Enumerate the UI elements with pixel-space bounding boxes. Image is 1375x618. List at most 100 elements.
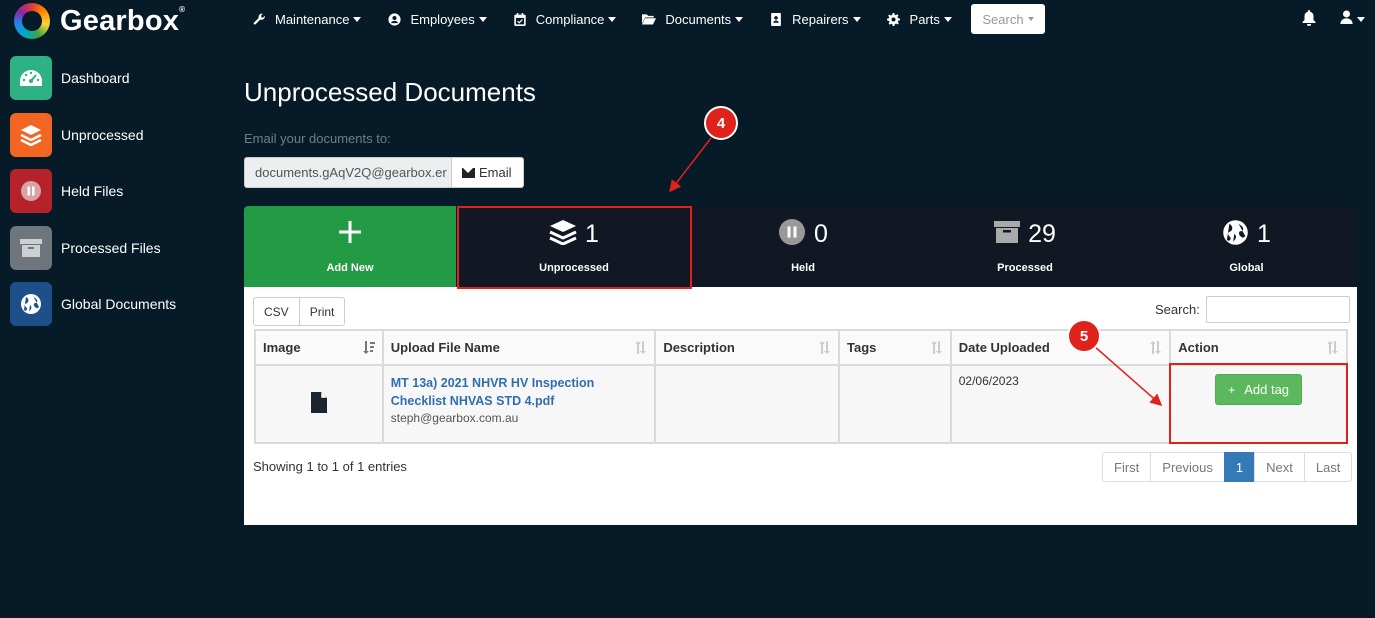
plus-icon — [339, 221, 361, 248]
unprocessed-tile[interactable]: 1 Unprocessed — [456, 206, 692, 287]
top-navbar: Gearbox® Maintenance Employees Complianc… — [0, 0, 1375, 39]
nav-employees[interactable]: Employees — [387, 12, 487, 27]
document-status-tiles: Add New 1 Unprocessed 0 Held 29 Processe… — [244, 206, 1357, 287]
global-tile[interactable]: 1 Global — [1136, 206, 1357, 287]
annotation-badge: 4 — [704, 106, 738, 140]
export-buttons: CSV Print — [253, 297, 346, 326]
column-header-date-uploaded[interactable]: Date Uploaded — [949, 329, 1172, 366]
bell-icon[interactable] — [1302, 10, 1318, 26]
sidebar-item-global-documents[interactable]: Global Documents — [10, 282, 176, 326]
gearbox-logo-icon — [14, 3, 50, 39]
sort-icon — [930, 341, 942, 355]
image-cell — [254, 364, 384, 444]
column-header-image[interactable]: Image — [254, 329, 384, 366]
sidebar-item-dashboard[interactable]: Dashboard — [10, 56, 176, 100]
sidebar-item-held-files[interactable]: Held Files — [10, 169, 176, 213]
file-icon[interactable] — [310, 392, 327, 416]
globe-icon — [10, 282, 52, 326]
gear-icon — [887, 12, 901, 26]
tile-label: Held — [791, 261, 815, 274]
add-tag-button[interactable]: + Add tag — [1215, 374, 1303, 405]
tile-count: 0 — [814, 220, 828, 248]
annotation-badge: 5 — [1067, 319, 1101, 353]
tile-count: 1 — [1257, 220, 1271, 248]
pagination-last[interactable]: Last — [1303, 452, 1353, 482]
sort-desc-icon — [362, 341, 375, 355]
sidebar-item-label: Unprocessed — [61, 126, 144, 143]
user-icon — [1340, 10, 1353, 29]
nav-documents[interactable]: Documents — [642, 12, 744, 27]
table-search: Search: — [1155, 296, 1350, 323]
description-cell — [654, 364, 840, 444]
dashboard-icon — [10, 56, 52, 100]
nav-repairers[interactable]: Repairers — [769, 12, 861, 27]
tile-label: Processed — [997, 261, 1053, 274]
layers-icon — [10, 112, 52, 157]
pagination-previous[interactable]: Previous — [1150, 452, 1225, 482]
email-label: Email your documents to: — [244, 131, 391, 146]
sort-icon — [1326, 341, 1338, 355]
nav-parts[interactable]: Parts — [887, 12, 952, 27]
file-name-link[interactable]: MT 13a) 2021 NHVR HV Inspection Checklis… — [391, 374, 648, 410]
sidebar: Dashboard Unprocessed Held Files Process… — [10, 56, 176, 339]
file-name-cell: MT 13a) 2021 NHVR HV Inspection Checklis… — [381, 364, 657, 444]
registered-mark: ® — [179, 4, 186, 14]
action-cell: + Add tag — [1169, 364, 1348, 444]
layers-icon — [549, 219, 577, 250]
sidebar-item-processed-files[interactable]: Processed Files — [10, 225, 176, 270]
column-header-tags[interactable]: Tags — [837, 329, 952, 366]
page-title: Unprocessed Documents — [244, 77, 536, 107]
tags-cell — [837, 364, 952, 444]
nav-compliance[interactable]: Compliance — [513, 12, 617, 27]
sidebar-item-unprocessed[interactable]: Unprocessed — [10, 112, 176, 157]
archive-icon — [10, 225, 52, 270]
table-row: MT 13a) 2021 NHVR HV Inspection Checklis… — [254, 364, 1348, 444]
column-header-description[interactable]: Description — [654, 329, 840, 366]
chevron-down-icon — [1027, 17, 1034, 21]
wrench-icon — [252, 12, 266, 26]
pagination-first[interactable]: First — [1102, 452, 1152, 482]
uploader-email: steph@gearbox.com.au — [390, 411, 519, 425]
column-header-upload-file-name[interactable]: Upload File Name — [381, 329, 657, 366]
email-address-field[interactable]: documents.gAqV2Q@gearbox.er — [244, 157, 452, 188]
sidebar-item-label: Global Documents — [61, 296, 177, 312]
globe-icon — [1222, 219, 1249, 251]
folder-open-icon — [642, 12, 657, 26]
search-dropdown[interactable]: Search — [971, 4, 1045, 34]
nav-maintenance[interactable]: Maintenance — [252, 12, 362, 27]
sidebar-item-label: Held Files — [61, 183, 124, 199]
brand-name: Gearbox — [60, 4, 180, 37]
email-address-group: documents.gAqV2Q@gearbox.er Email — [244, 157, 524, 188]
processed-tile[interactable]: 29 Processed — [914, 206, 1136, 287]
add-new-tile[interactable]: Add New — [244, 206, 456, 287]
calendar-icon — [513, 12, 527, 26]
pagination-next[interactable]: Next — [1254, 452, 1305, 482]
chevron-down-icon — [478, 16, 487, 22]
documents-table: Image Upload File Name Description Tags … — [254, 329, 1348, 444]
logo[interactable]: Gearbox® — [14, 3, 185, 39]
main-nav: Maintenance Employees Compliance Documen… — [252, 0, 978, 38]
chevron-down-icon — [943, 16, 952, 22]
chevron-down-icon — [353, 16, 362, 22]
sort-icon — [1149, 341, 1162, 355]
sidebar-item-label: Dashboard — [61, 70, 130, 86]
pause-icon — [10, 169, 52, 213]
column-header-action[interactable]: Action — [1169, 329, 1348, 366]
chevron-down-icon — [735, 16, 744, 22]
email-button[interactable]: Email — [452, 157, 524, 188]
print-button[interactable]: Print — [299, 297, 346, 326]
table-search-input[interactable] — [1205, 296, 1350, 323]
tile-label: Unprocessed — [539, 261, 609, 274]
sort-icon — [818, 341, 830, 355]
pagination-page-current[interactable]: 1 — [1223, 452, 1256, 482]
table-info: Showing 1 to 1 of 1 entries — [253, 459, 407, 474]
chevron-down-icon — [852, 16, 861, 22]
annotation-arrow-4 — [669, 137, 712, 193]
archive-icon — [994, 220, 1021, 249]
sort-icon — [634, 341, 647, 355]
csv-button[interactable]: CSV — [253, 297, 300, 326]
pagination: First Previous 1 Next Last — [1102, 452, 1353, 482]
envelope-icon — [462, 167, 475, 178]
user-menu[interactable] — [1340, 10, 1365, 29]
held-tile[interactable]: 0 Held — [692, 206, 914, 287]
